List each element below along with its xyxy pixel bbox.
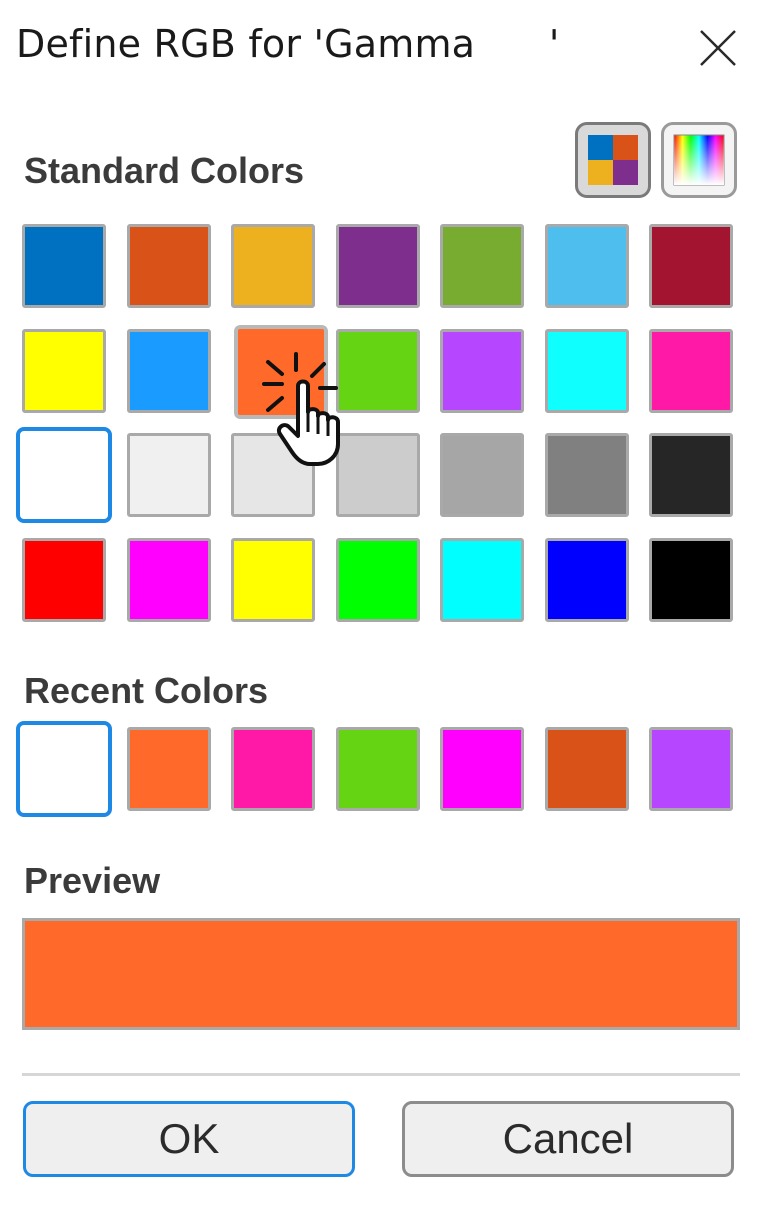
- standard-color-swatch[interactable]: [544, 224, 629, 308]
- spectrum-mode-icon: [673, 134, 725, 186]
- recent-colors-label: Recent Colors: [24, 670, 269, 711]
- recent-color-swatch[interactable]: [231, 727, 315, 811]
- close-icon: [700, 30, 736, 66]
- palette-mode-icon: [588, 135, 638, 185]
- divider: [22, 1073, 740, 1076]
- standard-color-swatch[interactable]: [335, 537, 420, 622]
- standard-color-swatch[interactable]: [440, 224, 524, 308]
- recent-color-swatch[interactable]: [544, 727, 629, 811]
- standard-color-swatch[interactable]: [440, 433, 524, 517]
- recent-color-swatch[interactable]: [440, 727, 524, 811]
- recent-color-swatch[interactable]: [649, 727, 733, 811]
- standard-color-swatch[interactable]: [22, 537, 106, 622]
- spectrum-mode-button[interactable]: [661, 122, 737, 198]
- cancel-button[interactable]: Cancel: [402, 1101, 734, 1177]
- standard-color-swatch[interactable]: [22, 224, 106, 308]
- preview-label: Preview: [24, 860, 161, 901]
- standard-color-swatch[interactable]: [544, 433, 629, 517]
- standard-color-swatch[interactable]: [231, 537, 315, 622]
- standard-color-swatch[interactable]: [231, 433, 315, 517]
- close-button[interactable]: [692, 22, 744, 74]
- standard-color-swatch[interactable]: [126, 433, 211, 517]
- standard-color-swatch[interactable]: [440, 537, 524, 622]
- standard-color-swatch[interactable]: [126, 537, 211, 622]
- preview-swatch: [22, 918, 740, 1030]
- standard-color-swatch[interactable]: [544, 328, 629, 413]
- recent-color-swatch[interactable]: [126, 727, 211, 811]
- standard-color-swatch[interactable]: [440, 328, 524, 413]
- standard-color-swatch[interactable]: [649, 433, 733, 517]
- recent-color-swatch[interactable]: [16, 721, 112, 817]
- ok-button[interactable]: OK: [23, 1101, 355, 1177]
- standard-color-swatch[interactable]: [649, 537, 733, 622]
- standard-color-swatch[interactable]: [231, 224, 315, 308]
- standard-color-swatch[interactable]: [335, 224, 420, 308]
- recent-color-swatch[interactable]: [335, 727, 420, 811]
- standard-color-swatch[interactable]: [649, 224, 733, 308]
- standard-colors-label: Standard Colors: [24, 150, 305, 191]
- standard-color-swatch[interactable]: [126, 224, 211, 308]
- standard-color-swatch[interactable]: [649, 328, 733, 413]
- palette-mode-button[interactable]: [575, 122, 651, 198]
- standard-color-swatch[interactable]: [335, 328, 420, 413]
- standard-color-swatch[interactable]: [126, 328, 211, 413]
- standard-color-swatch[interactable]: [544, 537, 629, 622]
- standard-color-swatch[interactable]: [16, 427, 112, 523]
- standard-color-swatch[interactable]: [335, 433, 420, 517]
- standard-color-swatch[interactable]: [232, 322, 330, 421]
- dialog-title: Define RGB for 'Gamma ': [16, 22, 560, 66]
- standard-color-swatch[interactable]: [22, 328, 106, 413]
